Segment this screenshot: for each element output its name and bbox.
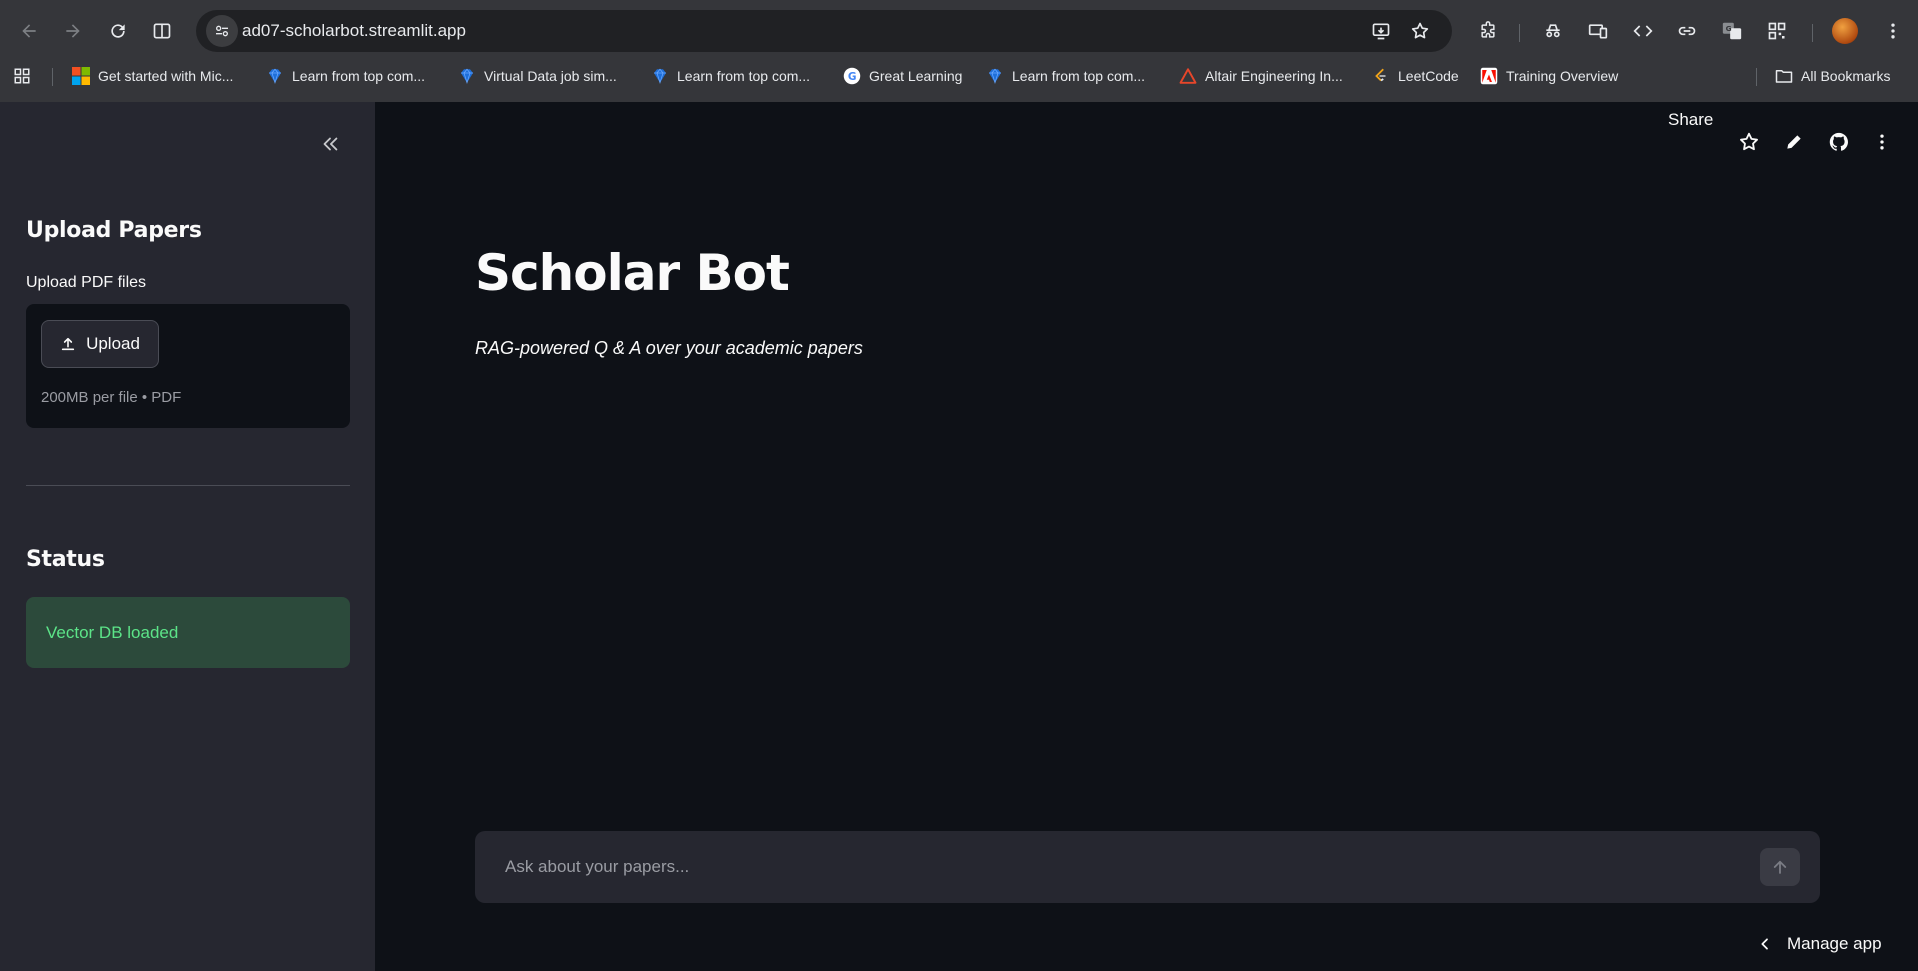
collapse-sidebar-icon[interactable] xyxy=(314,128,346,160)
bookmark-label: Learn from top com... xyxy=(1012,68,1146,84)
more-options-icon[interactable] xyxy=(1868,128,1896,156)
share-button[interactable]: Share xyxy=(1668,110,1713,130)
page-subtitle: RAG-powered Q & A over your academic pap… xyxy=(475,338,863,358)
browser-chrome: ad07-scholarbot.streamlit.app G Get star… xyxy=(0,0,1918,102)
bookmark-label: Altair Engineering In... xyxy=(1205,68,1343,84)
reload-icon[interactable] xyxy=(101,14,135,48)
apps-grid-icon[interactable] xyxy=(13,60,31,92)
sidebar-divider xyxy=(26,485,350,486)
browser-menu-icon[interactable] xyxy=(1876,14,1910,48)
bookmark-label: Virtual Data job sim... xyxy=(484,68,617,84)
all-bookmarks[interactable]: All Bookmarks xyxy=(1775,60,1890,92)
bookmark-item[interactable]: Training Overview xyxy=(1480,60,1618,92)
manage-app-button[interactable]: Manage app xyxy=(1757,932,1882,956)
status-heading: Status xyxy=(26,547,105,572)
chat-input[interactable] xyxy=(505,831,1735,903)
code-icon[interactable] xyxy=(1626,14,1660,48)
all-bookmarks-label: All Bookmarks xyxy=(1801,68,1891,84)
svg-text:G: G xyxy=(1726,24,1732,33)
bookmark-label: Learn from top com... xyxy=(677,68,811,84)
upload-hint: 200MB per file • PDF xyxy=(41,389,182,406)
extensions-icon[interactable] xyxy=(1471,14,1505,48)
site-settings-icon[interactable] xyxy=(206,15,238,47)
send-button[interactable] xyxy=(1760,848,1800,886)
bookmark-item[interactable]: Get started with Mic... xyxy=(72,60,233,92)
main-content: Share Scholar Bot RAG-powered Q & A over… xyxy=(375,102,1918,971)
github-icon[interactable] xyxy=(1825,128,1853,156)
diamond-icon xyxy=(651,67,669,85)
upload-button-label: Upload xyxy=(86,334,140,353)
page-title: Scholar Bot xyxy=(475,244,790,302)
star-icon[interactable] xyxy=(1735,128,1763,156)
upload-button[interactable]: Upload xyxy=(41,320,159,368)
browser-toolbar: ad07-scholarbot.streamlit.app G xyxy=(0,7,1918,55)
arrow-up-icon xyxy=(1773,860,1787,874)
link-icon[interactable] xyxy=(1670,14,1704,48)
split-view-icon[interactable] xyxy=(145,14,179,48)
address-bar[interactable]: ad07-scholarbot.streamlit.app xyxy=(196,10,1452,52)
diamond-icon xyxy=(458,67,476,85)
leetcode-icon xyxy=(1372,67,1390,85)
upload-icon xyxy=(61,337,75,351)
incognito-icon[interactable] xyxy=(1536,14,1570,48)
status-success-alert: Vector DB loaded xyxy=(26,597,350,668)
bookmark-item[interactable]: LeetCode xyxy=(1372,60,1459,92)
bookmarks-bar: Get started with Mic... Learn from top c… xyxy=(0,60,1918,92)
diamond-icon xyxy=(266,67,284,85)
streamlit-app: Upload Papers Upload PDF files Upload 20… xyxy=(0,102,1918,971)
altair-icon xyxy=(1179,67,1197,85)
upload-heading: Upload Papers xyxy=(26,218,202,243)
bookmark-label: Training Overview xyxy=(1506,68,1619,84)
folder-icon xyxy=(1775,67,1793,85)
translate-icon[interactable]: G xyxy=(1715,14,1749,48)
device-icon[interactable] xyxy=(1581,14,1615,48)
bookmark-item[interactable]: Altair Engineering In... xyxy=(1179,60,1343,92)
bookmark-item[interactable]: Learn from top com... xyxy=(986,60,1145,92)
bookmark-item[interactable]: G Great Learning xyxy=(843,60,962,92)
microsoft-logo-icon xyxy=(72,67,90,85)
bookmark-label: Learn from top com... xyxy=(292,68,426,84)
bookmark-item[interactable]: Learn from top com... xyxy=(266,60,425,92)
adobe-icon xyxy=(1480,67,1498,85)
sidebar: Upload Papers Upload PDF files Upload 20… xyxy=(0,102,375,971)
chat-input-container xyxy=(475,831,1820,903)
bookmark-label: LeetCode xyxy=(1398,68,1459,84)
install-app-icon[interactable] xyxy=(1366,16,1396,46)
bookmark-star-icon[interactable] xyxy=(1405,16,1435,46)
svg-text:G: G xyxy=(848,71,857,83)
edit-pencil-icon[interactable] xyxy=(1780,128,1808,156)
bookmark-label: Great Learning xyxy=(869,68,963,84)
forward-icon[interactable] xyxy=(56,14,90,48)
upload-label: Upload PDF files xyxy=(26,274,147,291)
chevron-left-icon xyxy=(1761,938,1768,950)
back-icon[interactable] xyxy=(12,14,46,48)
google-g-icon: G xyxy=(843,67,861,85)
bookmark-label: Get started with Mic... xyxy=(98,68,234,84)
diamond-icon xyxy=(986,67,1004,85)
bookmark-item[interactable]: Virtual Data job sim... xyxy=(458,60,617,92)
qr-code-icon[interactable] xyxy=(1760,14,1794,48)
bookmark-item[interactable]: Learn from top com... xyxy=(651,60,810,92)
file-dropzone[interactable]: Upload 200MB per file • PDF xyxy=(26,304,350,428)
url-text[interactable]: ad07-scholarbot.streamlit.app xyxy=(242,10,466,52)
profile-avatar[interactable] xyxy=(1832,18,1858,44)
manage-app-label: Manage app xyxy=(1787,934,1882,953)
